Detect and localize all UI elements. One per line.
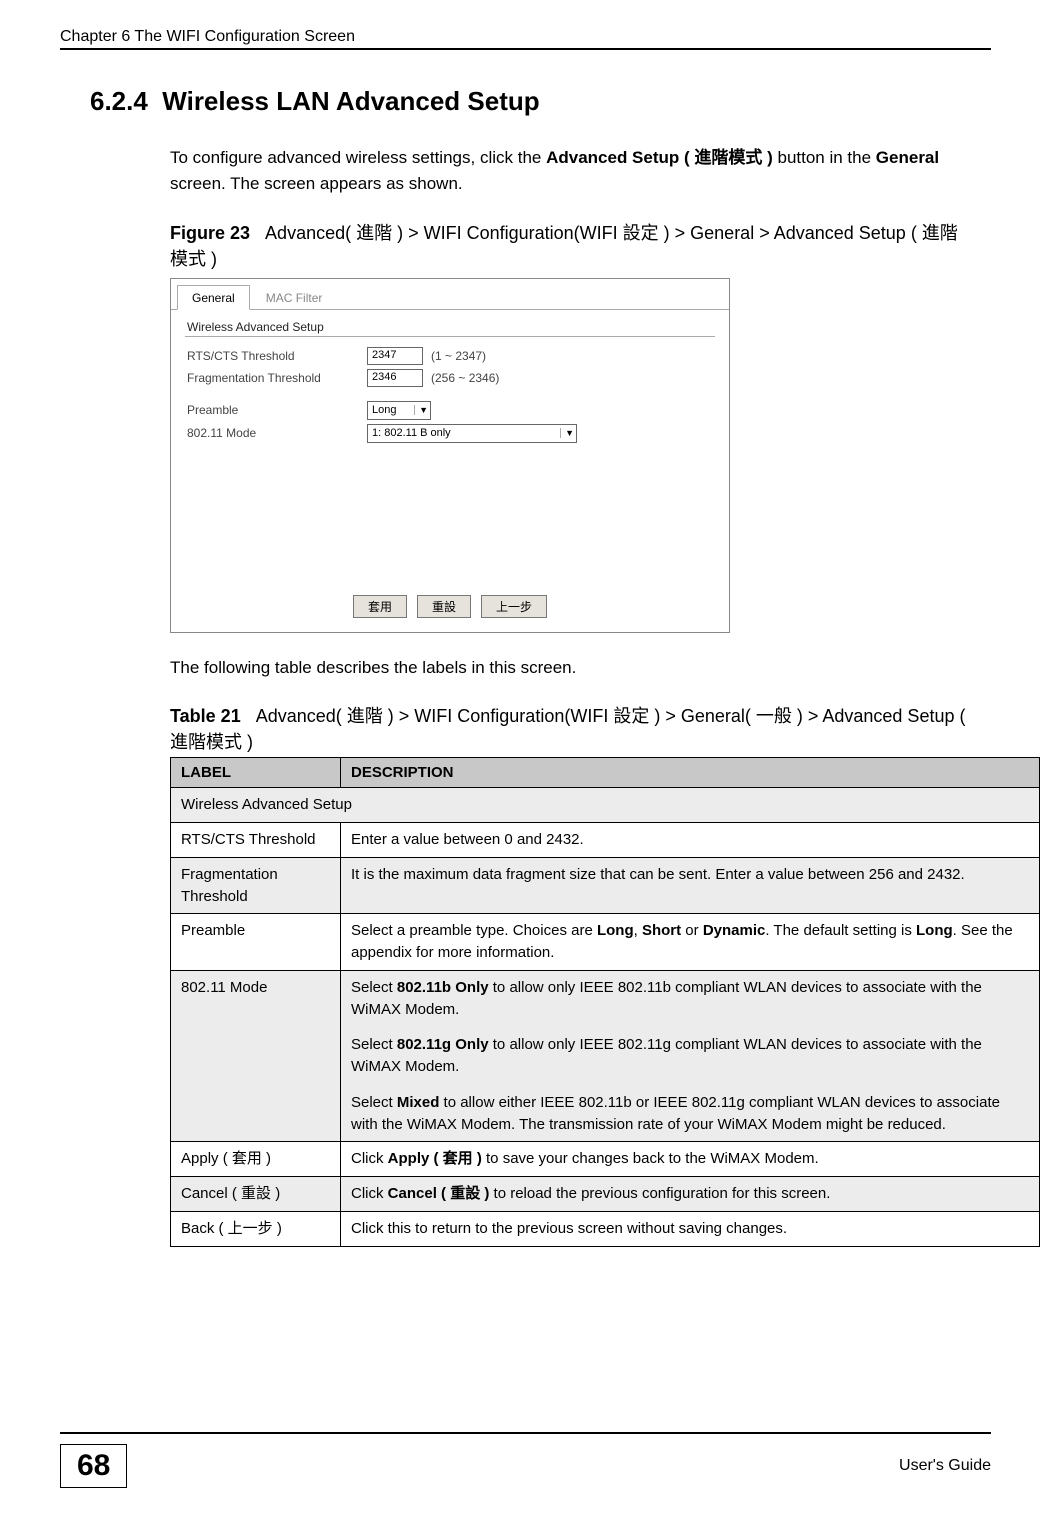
table-row: Preamble Select a preamble type. Choices… [171,914,1040,971]
after-figure-paragraph: The following table describes the labels… [170,655,971,681]
header-rule [60,48,991,50]
guide-label: User's Guide [899,1457,991,1475]
general-bold: General [876,148,939,167]
screenshot-panel: General MAC Filter Wireless Advanced Set… [170,278,730,633]
input-rts[interactable]: 2347 [367,347,423,365]
description-table: LABEL DESCRIPTION Wireless Advanced Setu… [170,757,1040,1246]
chapter-header: Chapter 6 The WIFI Configuration Screen [60,28,991,46]
table-caption: Table 21 Advanced( 進階 ) > WIFI Configura… [170,703,971,755]
label-mode: 802.11 Mode [187,426,367,440]
footer-rule [60,1432,991,1434]
label-rts: RTS/CTS Threshold [187,349,367,363]
table-row: Cancel ( 重設 ) Click Cancel ( 重設 ) to rel… [171,1177,1040,1212]
table-row: Apply ( 套用 ) Click Apply ( 套用 ) to save … [171,1142,1040,1177]
label-frag: Fragmentation Threshold [187,371,367,385]
cell-desc: Click Apply ( 套用 ) to save your changes … [341,1142,1040,1177]
cell-label: Cancel ( 重設 ) [171,1177,341,1212]
cell-desc: It is the maximum data fragment size tha… [341,857,1040,914]
page-footer: 68 User's Guide [60,1432,991,1488]
form-area: RTS/CTS Threshold 2347 (1 ~ 2347) Fragme… [171,347,729,583]
cell-desc: Select 802.11b Only to allow only IEEE 8… [341,970,1040,1142]
row-rts: RTS/CTS Threshold 2347 (1 ~ 2347) [187,347,713,365]
dropdown-arrow-icon: ▼ [414,405,428,415]
table-row: Fragmentation Threshold It is the maximu… [171,857,1040,914]
cell-desc: Click this to return to the previous scr… [341,1211,1040,1246]
cell-label: Back ( 上一步 ) [171,1211,341,1246]
select-preamble[interactable]: Long▼ [367,401,431,420]
row-mode: 802.11 Mode 1: 802.11 B only▼ [187,424,713,443]
screenshot-subtitle: Wireless Advanced Setup [171,310,729,336]
select-mode[interactable]: 1: 802.11 B only▼ [367,424,577,443]
button-row: 套用 重設 上一步 [171,583,729,632]
th-label: LABEL [171,758,341,788]
subtitle-underline [185,336,715,337]
range-frag: (256 ~ 2346) [431,371,499,385]
range-rts: (1 ~ 2347) [431,349,486,363]
span-row-wireless-advanced-setup: Wireless Advanced Setup [171,788,1040,823]
input-frag[interactable]: 2346 [367,369,423,387]
page-number: 68 [60,1444,127,1488]
advanced-setup-bold: Advanced Setup ( 進階模式 ) [546,148,773,167]
table-caption-text: Advanced( 進階 ) > WIFI Configuration(WIFI… [170,706,965,752]
intro-paragraph: To configure advanced wireless settings,… [170,145,971,198]
section-title: Wireless LAN Advanced Setup [162,86,539,116]
table-row: RTS/CTS Threshold Enter a value between … [171,823,1040,858]
dropdown-arrow-icon: ▼ [560,428,574,438]
back-button[interactable]: 上一步 [481,595,547,618]
tab-general[interactable]: General [177,285,250,310]
figure-caption-text: Advanced( 進階 ) > WIFI Configuration(WIFI… [170,223,958,269]
figure-caption: Figure 23 Advanced( 進階 ) > WIFI Configur… [170,220,971,272]
section-number: 6.2.4 [90,86,148,116]
tab-mac-filter[interactable]: MAC Filter [252,286,337,309]
reset-button[interactable]: 重設 [417,595,471,618]
cell-label: Preamble [171,914,341,971]
cell-desc: Select a preamble type. Choices are Long… [341,914,1040,971]
cell-label: Apply ( 套用 ) [171,1142,341,1177]
figure-label: Figure 23 [170,223,250,243]
row-frag: Fragmentation Threshold 2346 (256 ~ 2346… [187,369,713,387]
table-row: Back ( 上一步 ) Click this to return to the… [171,1211,1040,1246]
row-preamble: Preamble Long▼ [187,401,713,420]
label-preamble: Preamble [187,403,367,417]
cell-label: Fragmentation Threshold [171,857,341,914]
table-label: Table 21 [170,706,241,726]
cell-desc: Click Cancel ( 重設 ) to reload the previo… [341,1177,1040,1212]
cell-label: 802.11 Mode [171,970,341,1142]
apply-button[interactable]: 套用 [353,595,407,618]
tab-row: General MAC Filter [171,279,729,310]
table-row: 802.11 Mode Select 802.11b Only to allow… [171,970,1040,1142]
cell-label: RTS/CTS Threshold [171,823,341,858]
cell-desc: Enter a value between 0 and 2432. [341,823,1040,858]
th-description: DESCRIPTION [341,758,1040,788]
section-heading: 6.2.4 Wireless LAN Advanced Setup [90,86,991,117]
